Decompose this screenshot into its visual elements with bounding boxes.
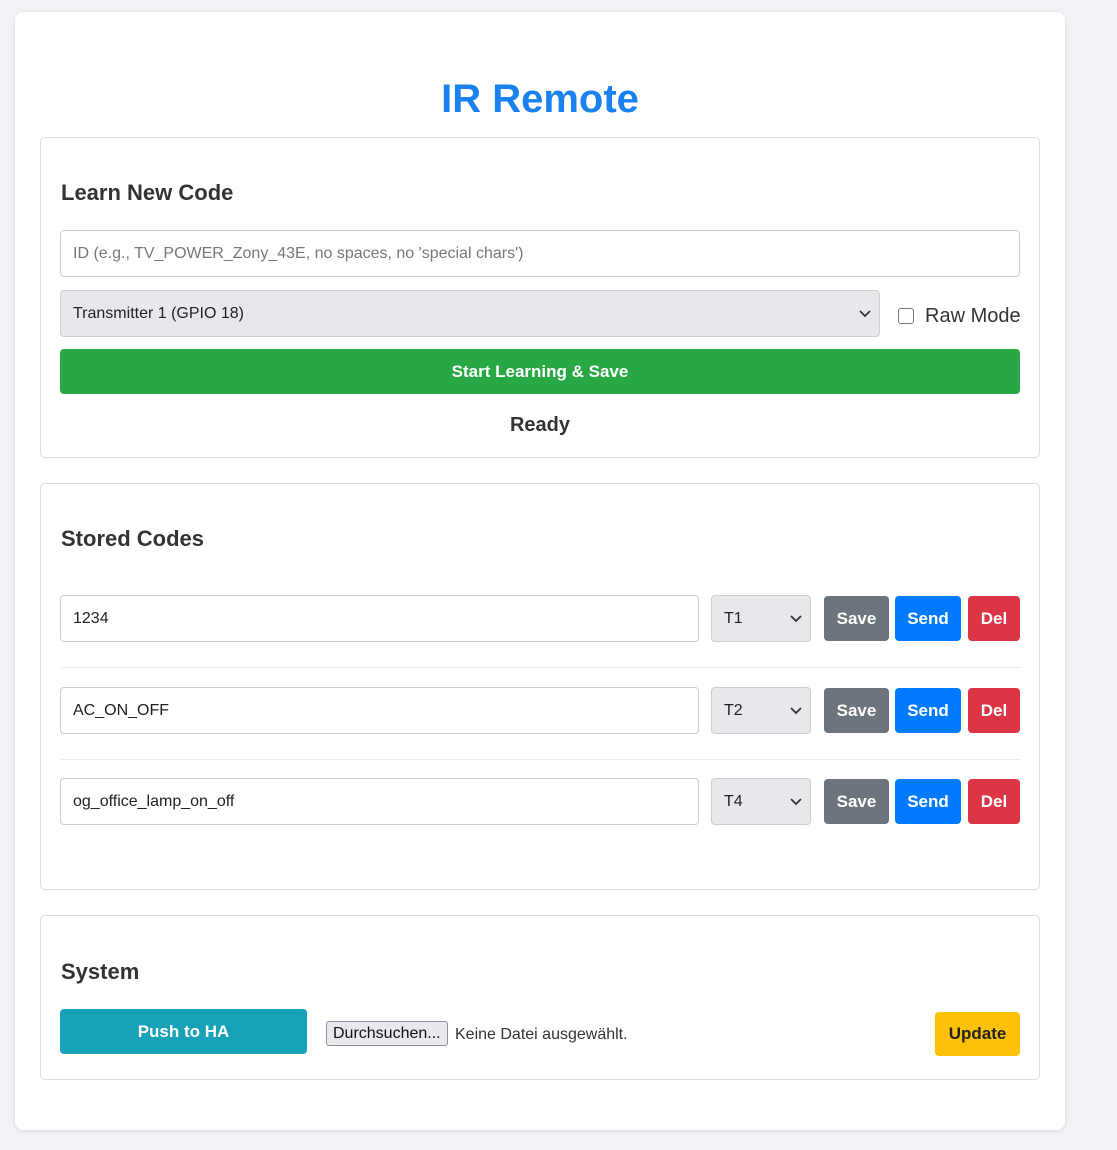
save-code-button[interactable]: Save (824, 596, 889, 641)
code-row: T2 Save Send Del (41, 687, 1039, 734)
code-transmitter-value: T4 (724, 792, 743, 810)
system-card-title: System (61, 959, 140, 984)
code-id-field[interactable] (60, 778, 699, 825)
file-status-text: Keine Datei ausgewählt. (455, 1026, 628, 1043)
code-transmitter-value: T1 (724, 609, 743, 627)
delete-code-button[interactable]: Del (968, 688, 1020, 733)
code-id-field[interactable] (60, 687, 699, 734)
transmitter-select[interactable]: Transmitter 1 (GPIO 18) (60, 290, 880, 337)
row-divider (61, 759, 1021, 760)
save-code-button[interactable]: Save (824, 688, 889, 733)
raw-mode-checkbox[interactable] (898, 308, 914, 324)
send-code-button[interactable]: Send (895, 688, 961, 733)
code-id-input[interactable] (60, 230, 1020, 277)
code-row: T1 Save Send Del (41, 595, 1039, 642)
raw-mode-label: Raw Mode (925, 305, 1021, 327)
code-transmitter-select[interactable]: T2 (711, 687, 811, 734)
transmitter-select-value: Transmitter 1 (GPIO 18) (73, 304, 244, 322)
update-button[interactable]: Update (935, 1012, 1020, 1056)
code-row: T4 Save Send Del (41, 778, 1039, 825)
code-id-field[interactable] (60, 595, 699, 642)
learn-status: Ready (509, 414, 571, 436)
stored-codes-card: Stored Codes T1 Save Send Del T2 (40, 483, 1040, 890)
system-card: System Push to HA Durchsuchen... Keine D… (40, 915, 1040, 1080)
send-code-button[interactable]: Send (895, 779, 961, 824)
learn-card-title: Learn New Code (61, 180, 234, 205)
main-container: IR Remote Learn New Code Transmitter 1 (… (15, 12, 1065, 1130)
save-code-button[interactable]: Save (824, 779, 889, 824)
delete-code-button[interactable]: Del (968, 596, 1020, 641)
send-code-button[interactable]: Send (895, 596, 961, 641)
page-title: IR Remote (441, 77, 639, 121)
chevron-down-icon (859, 309, 871, 317)
code-transmitter-select[interactable]: T4 (711, 778, 811, 825)
stored-codes-title: Stored Codes (61, 526, 205, 551)
code-transmitter-select[interactable]: T1 (711, 595, 811, 642)
learn-card: Learn New Code Transmitter 1 (GPIO 18) R… (40, 137, 1040, 458)
start-learning-button[interactable]: Start Learning & Save (60, 349, 1020, 394)
chevron-down-icon (790, 614, 802, 622)
chevron-down-icon (790, 797, 802, 805)
row-divider (61, 667, 1021, 668)
chevron-down-icon (790, 706, 802, 714)
file-browse-button[interactable]: Durchsuchen... (326, 1021, 448, 1046)
delete-code-button[interactable]: Del (968, 779, 1020, 824)
push-to-ha-button[interactable]: Push to HA (60, 1009, 307, 1054)
code-transmitter-value: T2 (724, 701, 743, 719)
